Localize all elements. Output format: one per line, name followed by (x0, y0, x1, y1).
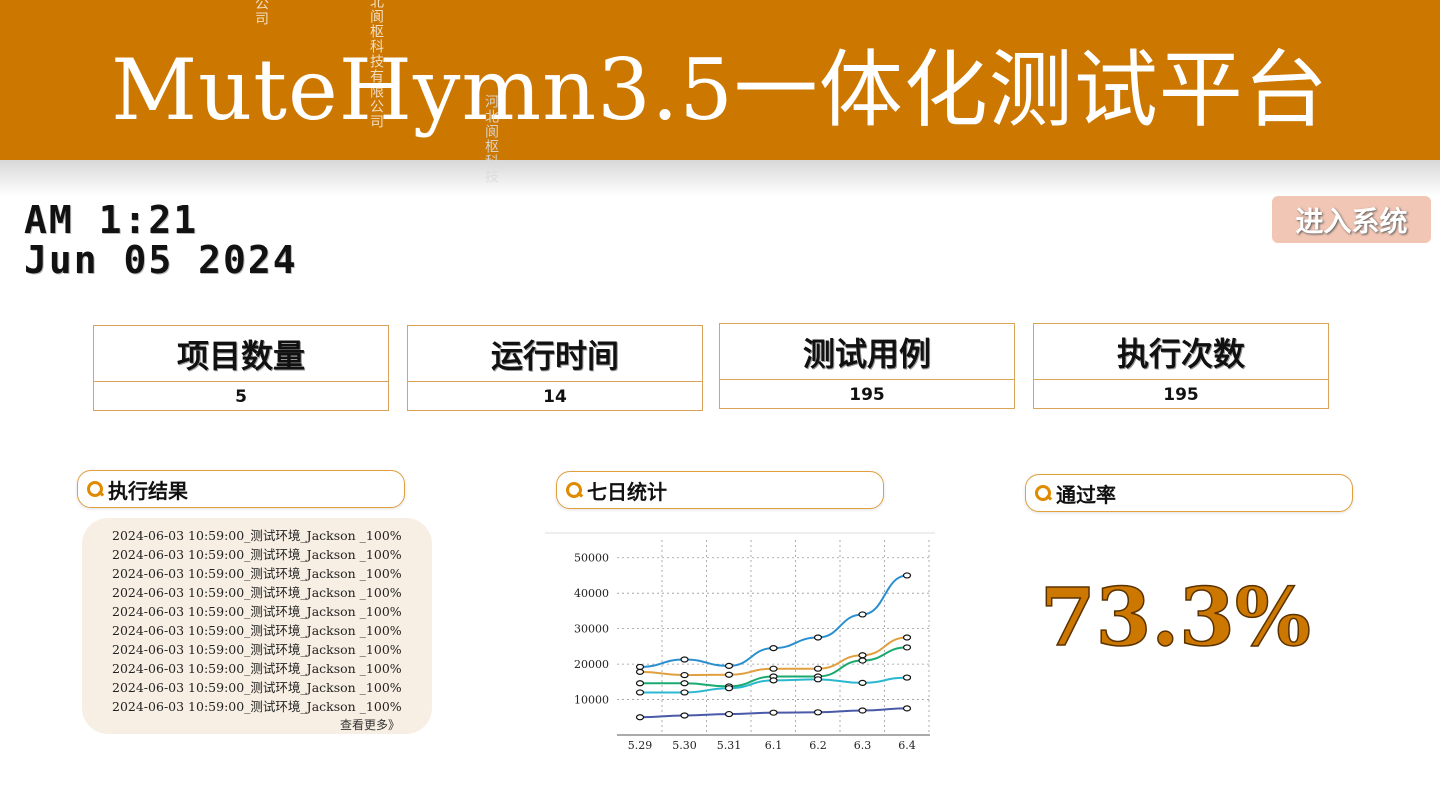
y-tick-label: 20000 (574, 658, 609, 671)
data-point (813, 709, 823, 716)
list-item[interactable]: 2024-06-03 10:59:00_测试环境_Jackson _100% (112, 640, 402, 659)
enter-system-button[interactable]: 进入系统 (1272, 196, 1431, 243)
stat-label: 项目数量 (94, 326, 388, 382)
data-point (769, 665, 778, 672)
results-list-box: 2024-06-03 10:59:00_测试环境_Jackson _100% 2… (82, 518, 432, 734)
data-point (724, 685, 734, 692)
clock-time: AM 1:21 (24, 198, 199, 242)
data-point (769, 677, 778, 684)
panel-title: 执行结果 (108, 478, 188, 503)
search-icon (1034, 484, 1052, 502)
data-point (902, 644, 912, 651)
list-item[interactable]: 2024-06-03 10:59:00_测试环境_Jackson _100% (112, 526, 402, 545)
panel-title: 通过率 (1056, 482, 1116, 507)
list-item[interactable]: 2024-06-03 10:59:00_测试环境_Jackson _100% (112, 659, 402, 678)
data-point (635, 668, 645, 675)
clock-date: Jun 05 2024 (24, 238, 298, 282)
y-tick-label: 30000 (574, 623, 609, 636)
data-point (635, 680, 645, 687)
stat-label: 运行时间 (408, 326, 702, 382)
stat-card-runtime: 运行时间 14 (407, 325, 703, 411)
data-point (858, 611, 867, 618)
data-point (902, 572, 912, 579)
x-tick-label: 6.2 (809, 739, 827, 752)
stat-value: 195 (1163, 384, 1199, 405)
data-point (858, 707, 867, 714)
stat-label: 执行次数 (1034, 324, 1328, 380)
data-point (902, 705, 912, 712)
data-point (724, 710, 734, 718)
data-point (769, 645, 778, 652)
y-tick-label: 10000 (574, 694, 609, 707)
watermark-text: 北阆枢科技有限公司 (368, 0, 384, 129)
data-point (858, 679, 867, 686)
data-point (813, 665, 823, 672)
list-item[interactable]: 2024-06-03 10:59:00_测试环境_Jackson _100% (112, 621, 402, 640)
data-point (680, 680, 689, 687)
series-line (639, 574, 908, 668)
data-point (680, 671, 689, 679)
data-point (680, 689, 689, 696)
header-bar: MuteHymn3.5一体化测试平台 公司 北阆枢科技有限公司 (0, 0, 1440, 160)
stat-card-projects: 项目数量 5 (93, 325, 389, 411)
results-list: 2024-06-03 10:59:00_测试环境_Jackson _100% 2… (112, 526, 402, 716)
data-point (902, 674, 912, 681)
x-tick-label: 5.30 (672, 739, 697, 752)
list-item[interactable]: 2024-06-03 10:59:00_测试环境_Jackson _100% (112, 564, 402, 583)
list-item[interactable]: 2024-06-03 10:59:00_测试环境_Jackson _100% (112, 678, 402, 697)
data-point (635, 689, 645, 696)
data-point (858, 657, 867, 664)
stat-value: 5 (235, 386, 247, 407)
panel-title: 七日统计 (587, 479, 667, 504)
watermark-text: 公司 (253, 0, 269, 26)
x-tick-label: 6.3 (854, 739, 872, 752)
data-point (680, 656, 689, 663)
watermark-text: 河北阆枢科技 (483, 94, 499, 184)
data-point (635, 663, 645, 671)
data-point (635, 714, 645, 721)
search-icon (86, 480, 104, 498)
header-shadow (0, 160, 1440, 196)
x-tick-label: 5.31 (717, 739, 742, 752)
y-tick-label: 40000 (574, 587, 609, 600)
panel-header-weekly: 七日统计 (556, 471, 884, 509)
stat-value: 195 (849, 384, 885, 405)
data-point (724, 662, 734, 669)
page-title: MuteHymn3.5一体化测试平台 (111, 41, 1329, 139)
panel-header-pass: 通过率 (1025, 474, 1353, 512)
stat-card-testcases: 测试用例 195 (719, 323, 1015, 409)
x-tick-label: 6.4 (898, 739, 916, 752)
stat-label: 测试用例 (720, 324, 1014, 380)
search-icon (565, 481, 583, 499)
y-tick-label: 50000 (574, 552, 609, 565)
data-point (769, 709, 778, 716)
data-point (813, 676, 823, 683)
pass-rate-value: 73.3% (1039, 569, 1311, 665)
list-item[interactable]: 2024-06-03 10:59:00_测试环境_Jackson _100% (112, 602, 402, 621)
list-item[interactable]: 2024-06-03 10:59:00_测试环境_Jackson _100% (112, 545, 402, 564)
panel-header-results: 执行结果 (77, 470, 405, 508)
stat-card-executions: 执行次数 195 (1033, 323, 1329, 409)
view-more-link[interactable]: 查看更多》 (340, 716, 400, 733)
data-point (813, 634, 823, 641)
list-item[interactable]: 2024-06-03 10:59:00_测试环境_Jackson _100% (112, 697, 402, 716)
data-point (724, 671, 734, 678)
clock: AM 1:21 Jun 05 2024 (24, 200, 298, 280)
data-point (902, 634, 912, 641)
stat-value: 14 (543, 386, 567, 407)
data-point (680, 712, 689, 719)
list-item[interactable]: 2024-06-03 10:59:00_测试环境_Jackson _100% (112, 583, 402, 602)
weekly-line-chart: 10000 20000 30000 40000 50000 5.29 5.30 5.31 6.1… (545, 532, 935, 752)
data-point (858, 652, 867, 659)
x-tick-label: 5.29 (628, 739, 653, 752)
x-tick-label: 6.1 (765, 739, 783, 752)
